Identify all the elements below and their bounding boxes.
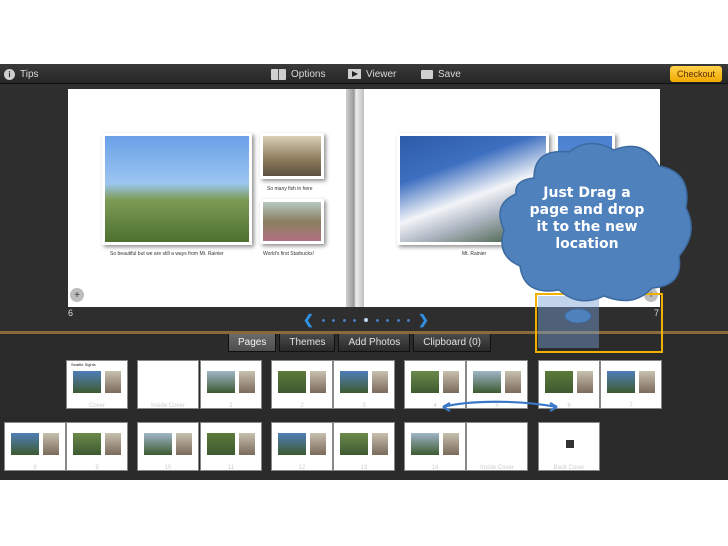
callout-line: Just Drag a xyxy=(543,185,631,201)
callout-line: location xyxy=(555,236,619,252)
callout-line: page and drop xyxy=(529,202,645,218)
callout-line: it to the new xyxy=(536,219,638,235)
drag-arrow-line xyxy=(442,400,558,409)
callout-text: Just Drag a page and drop it to the new … xyxy=(527,185,647,253)
callout-tail-circle xyxy=(564,308,592,323)
